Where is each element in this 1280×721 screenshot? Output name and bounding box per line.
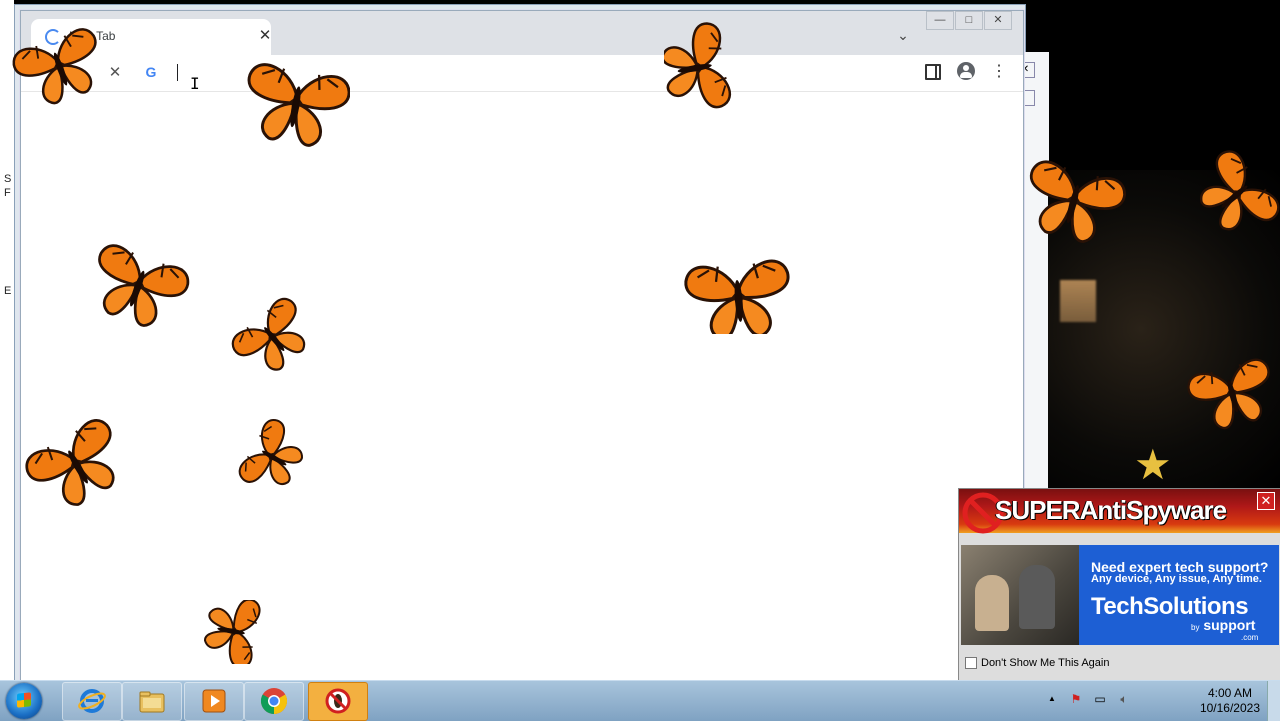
antispyware-popup: SUPERAntiSpyware ✕ Need expert tech supp… — [958, 488, 1280, 682]
desktop-wallpaper-pixels — [1060, 280, 1096, 322]
antispyware-icon — [325, 688, 351, 714]
butterfly-icon — [200, 600, 263, 664]
taskbar-chrome[interactable] — [244, 682, 304, 721]
taskbar-superantispyware[interactable] — [308, 682, 368, 721]
start-button[interactable] — [6, 683, 42, 719]
butterfly-icon — [1016, 157, 1130, 251]
clock-date: 10/16/2023 — [1199, 701, 1260, 715]
chrome-icon — [260, 688, 288, 715]
ad-domain: .com — [1241, 633, 1259, 642]
google-icon: G — [145, 64, 157, 80]
folder-icon — [139, 691, 165, 713]
butterfly-icon — [88, 240, 192, 334]
taskbar-internet-explorer[interactable] — [62, 682, 122, 721]
ad-subheadline: Any device, Any issue, Any time. — [1091, 573, 1262, 585]
ad-photo — [961, 545, 1079, 645]
menu-icon[interactable]: ⋮ — [989, 62, 1009, 82]
background-window-text: S F E — [4, 172, 14, 298]
page-content — [21, 92, 1023, 681]
volume-muted-icon[interactable]: 🔈︎ — [1116, 691, 1132, 707]
action-center-icon[interactable]: ⚑ — [1068, 691, 1084, 707]
background-letter: E — [4, 285, 12, 297]
text-caret — [177, 64, 178, 81]
clock-time: 4:00 AM — [1207, 686, 1252, 700]
popup-brand: SUPERAntiSpyware — [995, 495, 1227, 525]
show-desktop-button[interactable] — [1267, 681, 1280, 721]
butterfly-icon — [1186, 355, 1276, 432]
butterfly-icon — [8, 24, 110, 110]
popup-advertisement[interactable]: Need expert tech support? Any device, An… — [961, 545, 1279, 645]
browser-toolbar: ✕ G ⋮ — [21, 55, 1023, 92]
popup-footer: Don't Show Me This Again — [965, 657, 1109, 669]
taskbar-file-explorer[interactable] — [122, 682, 182, 721]
butterfly-icon — [228, 293, 312, 378]
ad-support-text: support — [1203, 617, 1256, 633]
butterfly-icon — [244, 60, 350, 153]
taskbar: ▲ ⚑ ▭ 🔈︎ 4:00 AM 10/16/2023 — [0, 680, 1280, 721]
butterfly-icon — [234, 418, 312, 492]
tab-strip: New Tab ✕ ⌄ — □ ✕ — [21, 11, 1023, 55]
chevron-down-icon[interactable]: ⌄ — [893, 25, 913, 45]
ad-by: by — [1191, 623, 1200, 632]
popup-header: SUPERAntiSpyware ✕ — [959, 489, 1280, 534]
butterfly-icon — [683, 258, 795, 334]
background-letter: S — [4, 173, 12, 185]
butterfly-icon — [1200, 145, 1280, 242]
chrome-window: New Tab ✕ ⌄ — □ ✕ ✕ G ⋮ — [20, 10, 1024, 682]
butterfly-icon — [22, 413, 126, 514]
ad-support: by support — [1191, 617, 1255, 633]
close-button[interactable]: ✕ — [984, 11, 1012, 30]
side-panel-icon[interactable] — [925, 64, 941, 80]
profile-icon[interactable] — [957, 62, 975, 80]
dont-show-label[interactable]: Don't Show Me This Again — [981, 657, 1109, 669]
popup-close-button[interactable]: ✕ — [1257, 492, 1275, 510]
butterfly-icon — [664, 20, 734, 117]
maximize-button[interactable]: □ — [955, 11, 983, 30]
star-icon: ★ — [1134, 441, 1172, 488]
taskbar-media-player[interactable] — [184, 682, 244, 721]
system-tray: ▲ ⚑ ▭ 🔈︎ — [1044, 691, 1132, 707]
window-controls: — □ ✕ — [925, 11, 1012, 30]
network-icon[interactable]: ▭ — [1092, 691, 1108, 707]
internet-explorer-icon — [78, 689, 106, 713]
media-player-icon — [202, 689, 226, 713]
dont-show-checkbox[interactable] — [965, 657, 977, 669]
background-letter: F — [4, 187, 11, 199]
mouse-cursor-icon: I — [190, 74, 200, 93]
minimize-button[interactable]: — — [926, 11, 954, 30]
clock[interactable]: 4:00 AM 10/16/2023 — [1200, 686, 1260, 716]
tray-expand-icon[interactable]: ▲ — [1044, 691, 1060, 707]
